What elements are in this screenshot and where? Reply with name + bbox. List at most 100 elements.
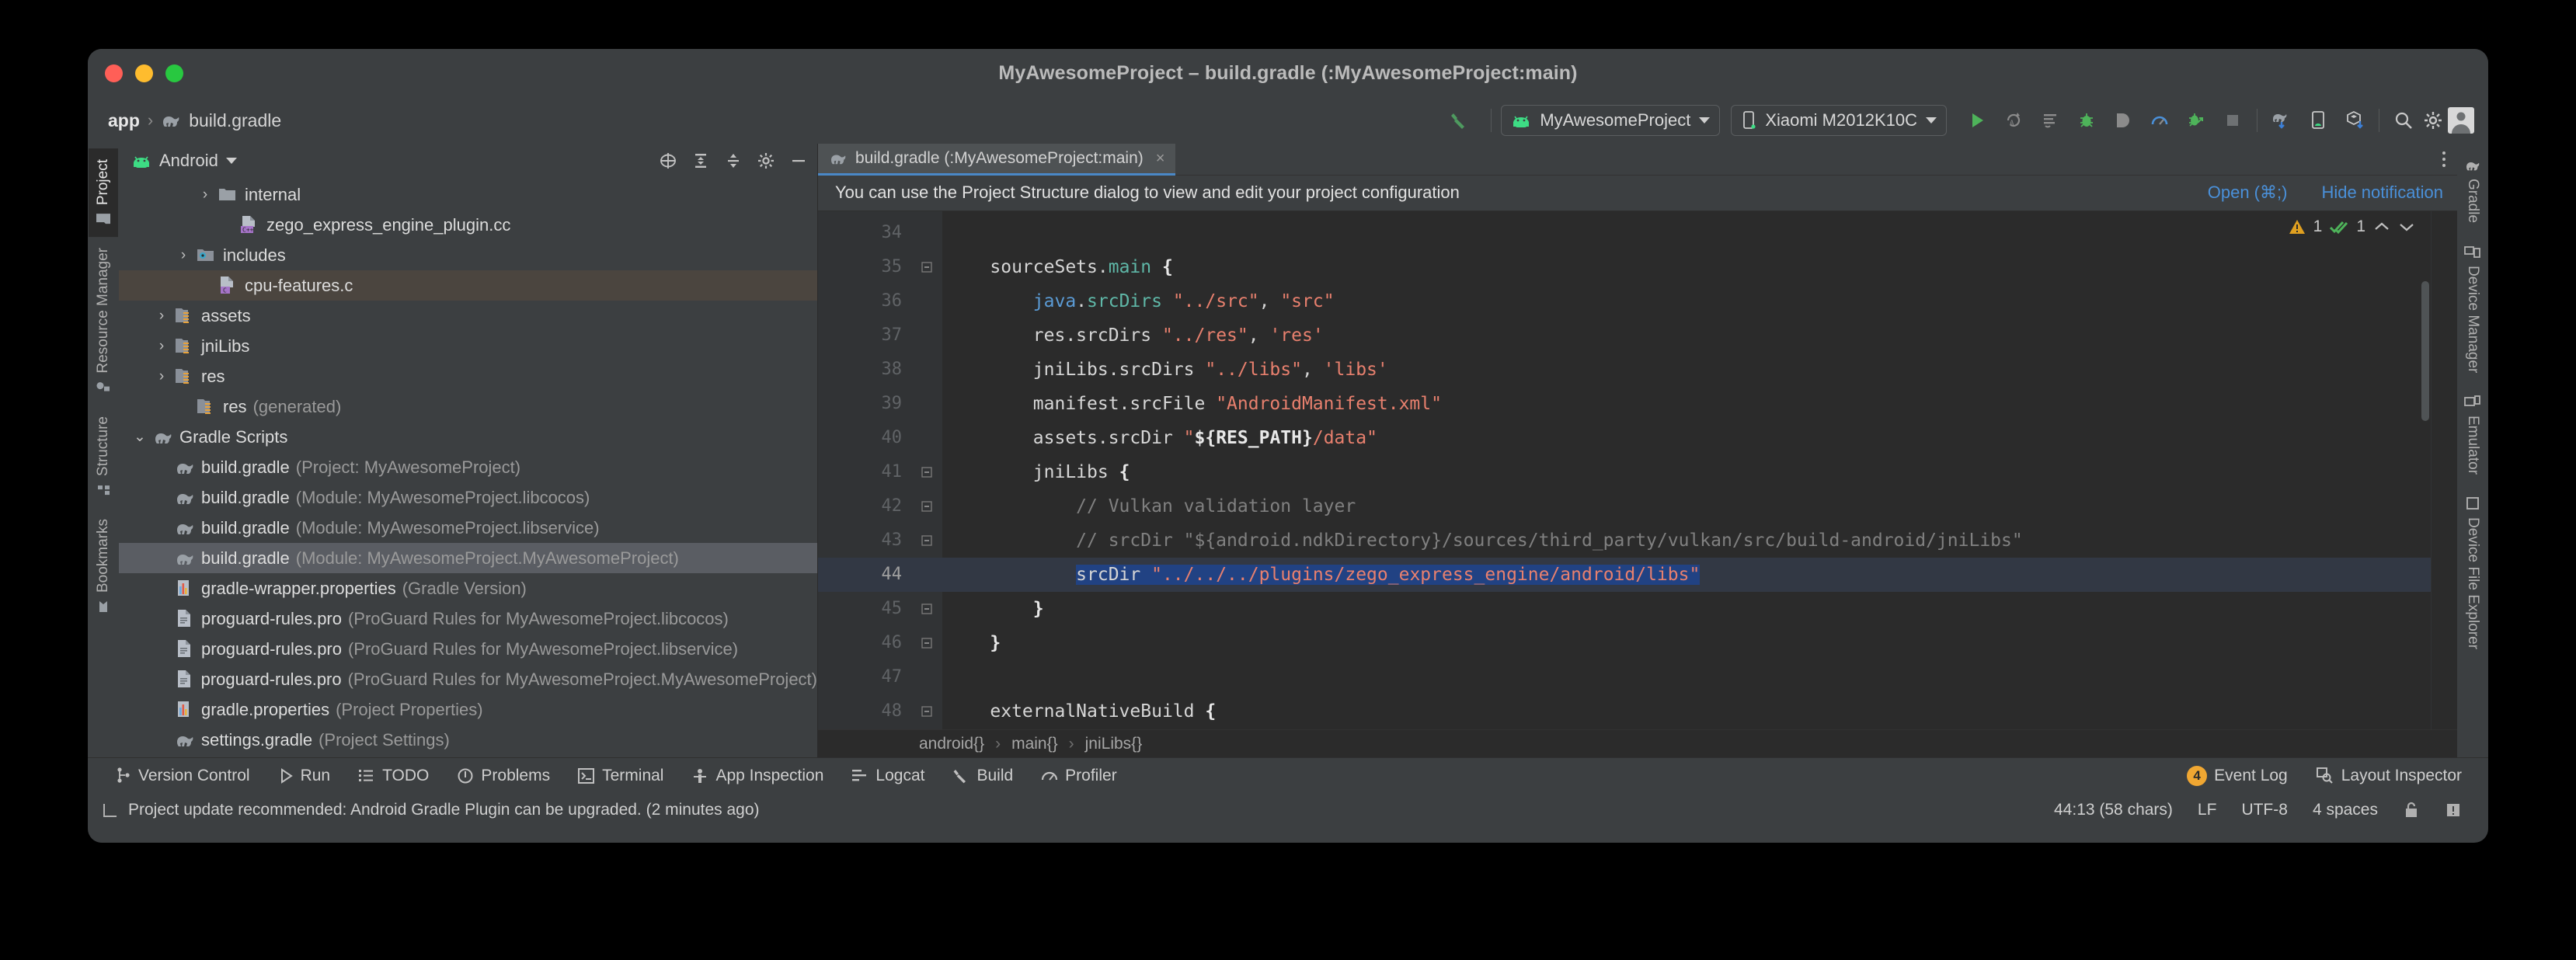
device-selector[interactable]: Xiaomi M2012K10C (1731, 105, 1947, 136)
chevron-up-icon[interactable] (2373, 221, 2390, 233)
editor-scrollbar-thumb[interactable] (2421, 280, 2429, 421)
tree-node[interactable]: › C++ zego_express_engine_plugin.cc (119, 210, 817, 240)
tree-node[interactable]: › gradle.properties (Project Properties) (119, 694, 817, 725)
expand-all-icon[interactable] (688, 148, 713, 173)
chevron-down-icon[interactable] (1699, 117, 1711, 123)
code-line[interactable]: res.srcDirs "../res", 'res' (942, 318, 2457, 353)
caret-position[interactable]: 44:13 (58 chars) (2042, 801, 2185, 819)
tool-window-terminal[interactable]: Terminal (564, 767, 677, 785)
code-line[interactable]: srcDir "../../../plugins/zego_express_en… (942, 557, 2457, 592)
avatar-icon[interactable] (2448, 107, 2474, 134)
tree-node[interactable]: › res(generated) (119, 391, 817, 422)
status-message-group[interactable]: Project update recommended: Android Grad… (102, 801, 760, 819)
tree-node[interactable]: › internal (119, 179, 817, 210)
tree-node[interactable]: › build.gradle(Project: MyAwesomeProject) (119, 452, 817, 482)
tree-node[interactable]: › settings.gradle (Project Settings) (119, 725, 817, 755)
chevron-down-icon[interactable] (225, 158, 237, 164)
sdk-manager-icon[interactable] (2340, 106, 2369, 135)
code-line[interactable]: // Vulkan validation layer (942, 489, 2457, 523)
run-configuration-selector[interactable]: MyAwesomeProject (1501, 105, 1721, 136)
code-content[interactable]: sourceSets.main { java.srcDirs "../src",… (942, 211, 2457, 730)
code-line[interactable]: jniLibs { (942, 455, 2457, 489)
crosshair-icon[interactable] (656, 148, 681, 173)
breadcrumb-file[interactable]: build.gradle (189, 110, 281, 131)
tool-window-version-control[interactable]: Version Control (102, 767, 264, 785)
fold-marker-icon[interactable] (911, 592, 942, 626)
tree-node[interactable]: › proguard-rules.pro(ProGuard Rules for M… (119, 664, 817, 694)
code-line[interactable]: cmake { (942, 729, 2457, 730)
inspection-widget-icon[interactable] (2432, 801, 2474, 819)
tool-window-logcat[interactable]: Logcat (837, 767, 938, 785)
project-tree[interactable]: › internal › C++ zego_express_engine_plugin.… (119, 178, 817, 757)
code-line[interactable]: manifest.srcFile "AndroidManifest.xml" (942, 387, 2457, 421)
tool-window-problems[interactable]: Problems (443, 767, 564, 785)
fold-marker-icon[interactable] (911, 523, 942, 558)
fold-marker-icon[interactable] (911, 694, 942, 729)
stop-button[interactable] (2218, 106, 2247, 135)
attach-debugger-button[interactable] (2108, 106, 2138, 135)
code-line[interactable]: } (942, 592, 2457, 626)
sidebar-item-device-file-explorer[interactable]: Device File Explorer (2458, 485, 2487, 660)
debug-button[interactable] (2072, 106, 2101, 135)
chevron-down-icon[interactable]: ⌄ (133, 428, 147, 446)
notification-hide-link[interactable]: Hide notification (2321, 183, 2443, 203)
tool-window-todo[interactable]: TODO (344, 767, 443, 785)
tree-node[interactable]: › assets (119, 301, 817, 331)
chevron-right-icon[interactable]: › (198, 186, 212, 203)
inspection-widget[interactable]: 1 1 (2283, 215, 2420, 238)
breadcrumb-item[interactable]: jniLibs{} (1085, 735, 1143, 753)
code-line[interactable]: externalNativeBuild { (942, 694, 2457, 729)
sidebar-item-bookmarks[interactable]: Bookmarks (89, 508, 118, 624)
code-line[interactable]: assets.srcDir "${RES_PATH}/data" (942, 421, 2457, 455)
run-with-coverage-button[interactable] (2181, 106, 2211, 135)
editor-breadcrumb[interactable]: android{} › main{} › jniLibs{} (818, 729, 2457, 758)
editor-marker-bar[interactable] (2431, 210, 2457, 730)
tool-window-event-log[interactable]: 4 Event Log (2173, 765, 2302, 786)
tree-node[interactable]: › build.gradle(Module: MyAwesomeProject.l… (119, 482, 817, 513)
sidebar-item-resource-manager[interactable]: Resource Manager (89, 237, 118, 405)
profiler-button[interactable] (2145, 106, 2174, 135)
run-button[interactable] (1962, 106, 1992, 135)
indent-setting[interactable]: 4 spaces (2300, 801, 2390, 819)
more-options-icon[interactable] (2431, 144, 2457, 176)
gear-icon[interactable] (2418, 106, 2448, 135)
code-editor[interactable]: 34 35 36 37 38 39 40 41 42 43 44 45 46 47 48 49 sourceS… (818, 210, 2457, 730)
code-line[interactable]: sourceSets.main { (942, 250, 2457, 284)
code-line[interactable] (942, 216, 2457, 250)
apply-changes-button[interactable]: A (1999, 106, 2028, 135)
file-encoding[interactable]: UTF-8 (2229, 801, 2300, 819)
tool-window-layout-inspector[interactable]: Layout Inspector (2302, 767, 2476, 785)
tree-node[interactable]: › Ccpu-features.c (119, 270, 817, 301)
avd-manager-icon[interactable] (2303, 106, 2333, 135)
tree-node[interactable]: ⌄ Gradle Scripts (119, 422, 817, 452)
notification-open-link[interactable]: Open (⌘;) (2208, 183, 2288, 203)
chevron-right-icon[interactable]: › (176, 247, 190, 264)
tree-node[interactable]: › res (119, 361, 817, 391)
unlocked-padlock-icon[interactable] (2390, 801, 2432, 819)
tree-node[interactable]: › jniLibs (119, 331, 817, 361)
apply-code-changes-button[interactable] (2035, 106, 2065, 135)
breadcrumb[interactable]: app › build.gradle (108, 110, 281, 131)
editor-tab-build-gradle[interactable]: build.gradle (:MyAwesomeProject:main) × (818, 144, 1176, 176)
tool-window-app-inspection[interactable]: App Inspection (677, 767, 837, 785)
chevron-right-icon[interactable]: › (155, 338, 169, 355)
code-line[interactable] (942, 660, 2457, 694)
code-line[interactable]: java.srcDirs "../src", "src" (942, 284, 2457, 318)
line-separator[interactable]: LF (2185, 801, 2230, 819)
chevron-right-icon[interactable]: › (155, 308, 169, 325)
breadcrumb-item[interactable]: main{} (1011, 735, 1058, 753)
tool-window-build[interactable]: Build (938, 767, 1027, 785)
fold-marker-icon[interactable] (911, 729, 942, 730)
sidebar-item-structure[interactable]: Structure (89, 405, 118, 508)
sidebar-item-project[interactable]: Project (89, 148, 118, 238)
sidebar-item-device-manager[interactable]: Device Manager (2458, 234, 2487, 384)
chevron-down-icon[interactable] (1926, 117, 1937, 123)
minus-icon[interactable] (786, 148, 811, 173)
code-line[interactable]: // srcDir "${android.ndkDirectory}/sourc… (942, 523, 2457, 558)
tree-node[interactable]: › build.gradle(Module: MyAwesomeProject.l… (119, 513, 817, 543)
tree-node[interactable]: › gradle-wrapper.properties (Gradle Versio… (119, 573, 817, 603)
tool-window-run[interactable]: Run (264, 767, 345, 785)
tool-window-profiler[interactable]: Profiler (1027, 767, 1131, 785)
gear-icon[interactable] (754, 148, 778, 173)
sidebar-item-gradle[interactable]: Gradle (2458, 148, 2487, 234)
